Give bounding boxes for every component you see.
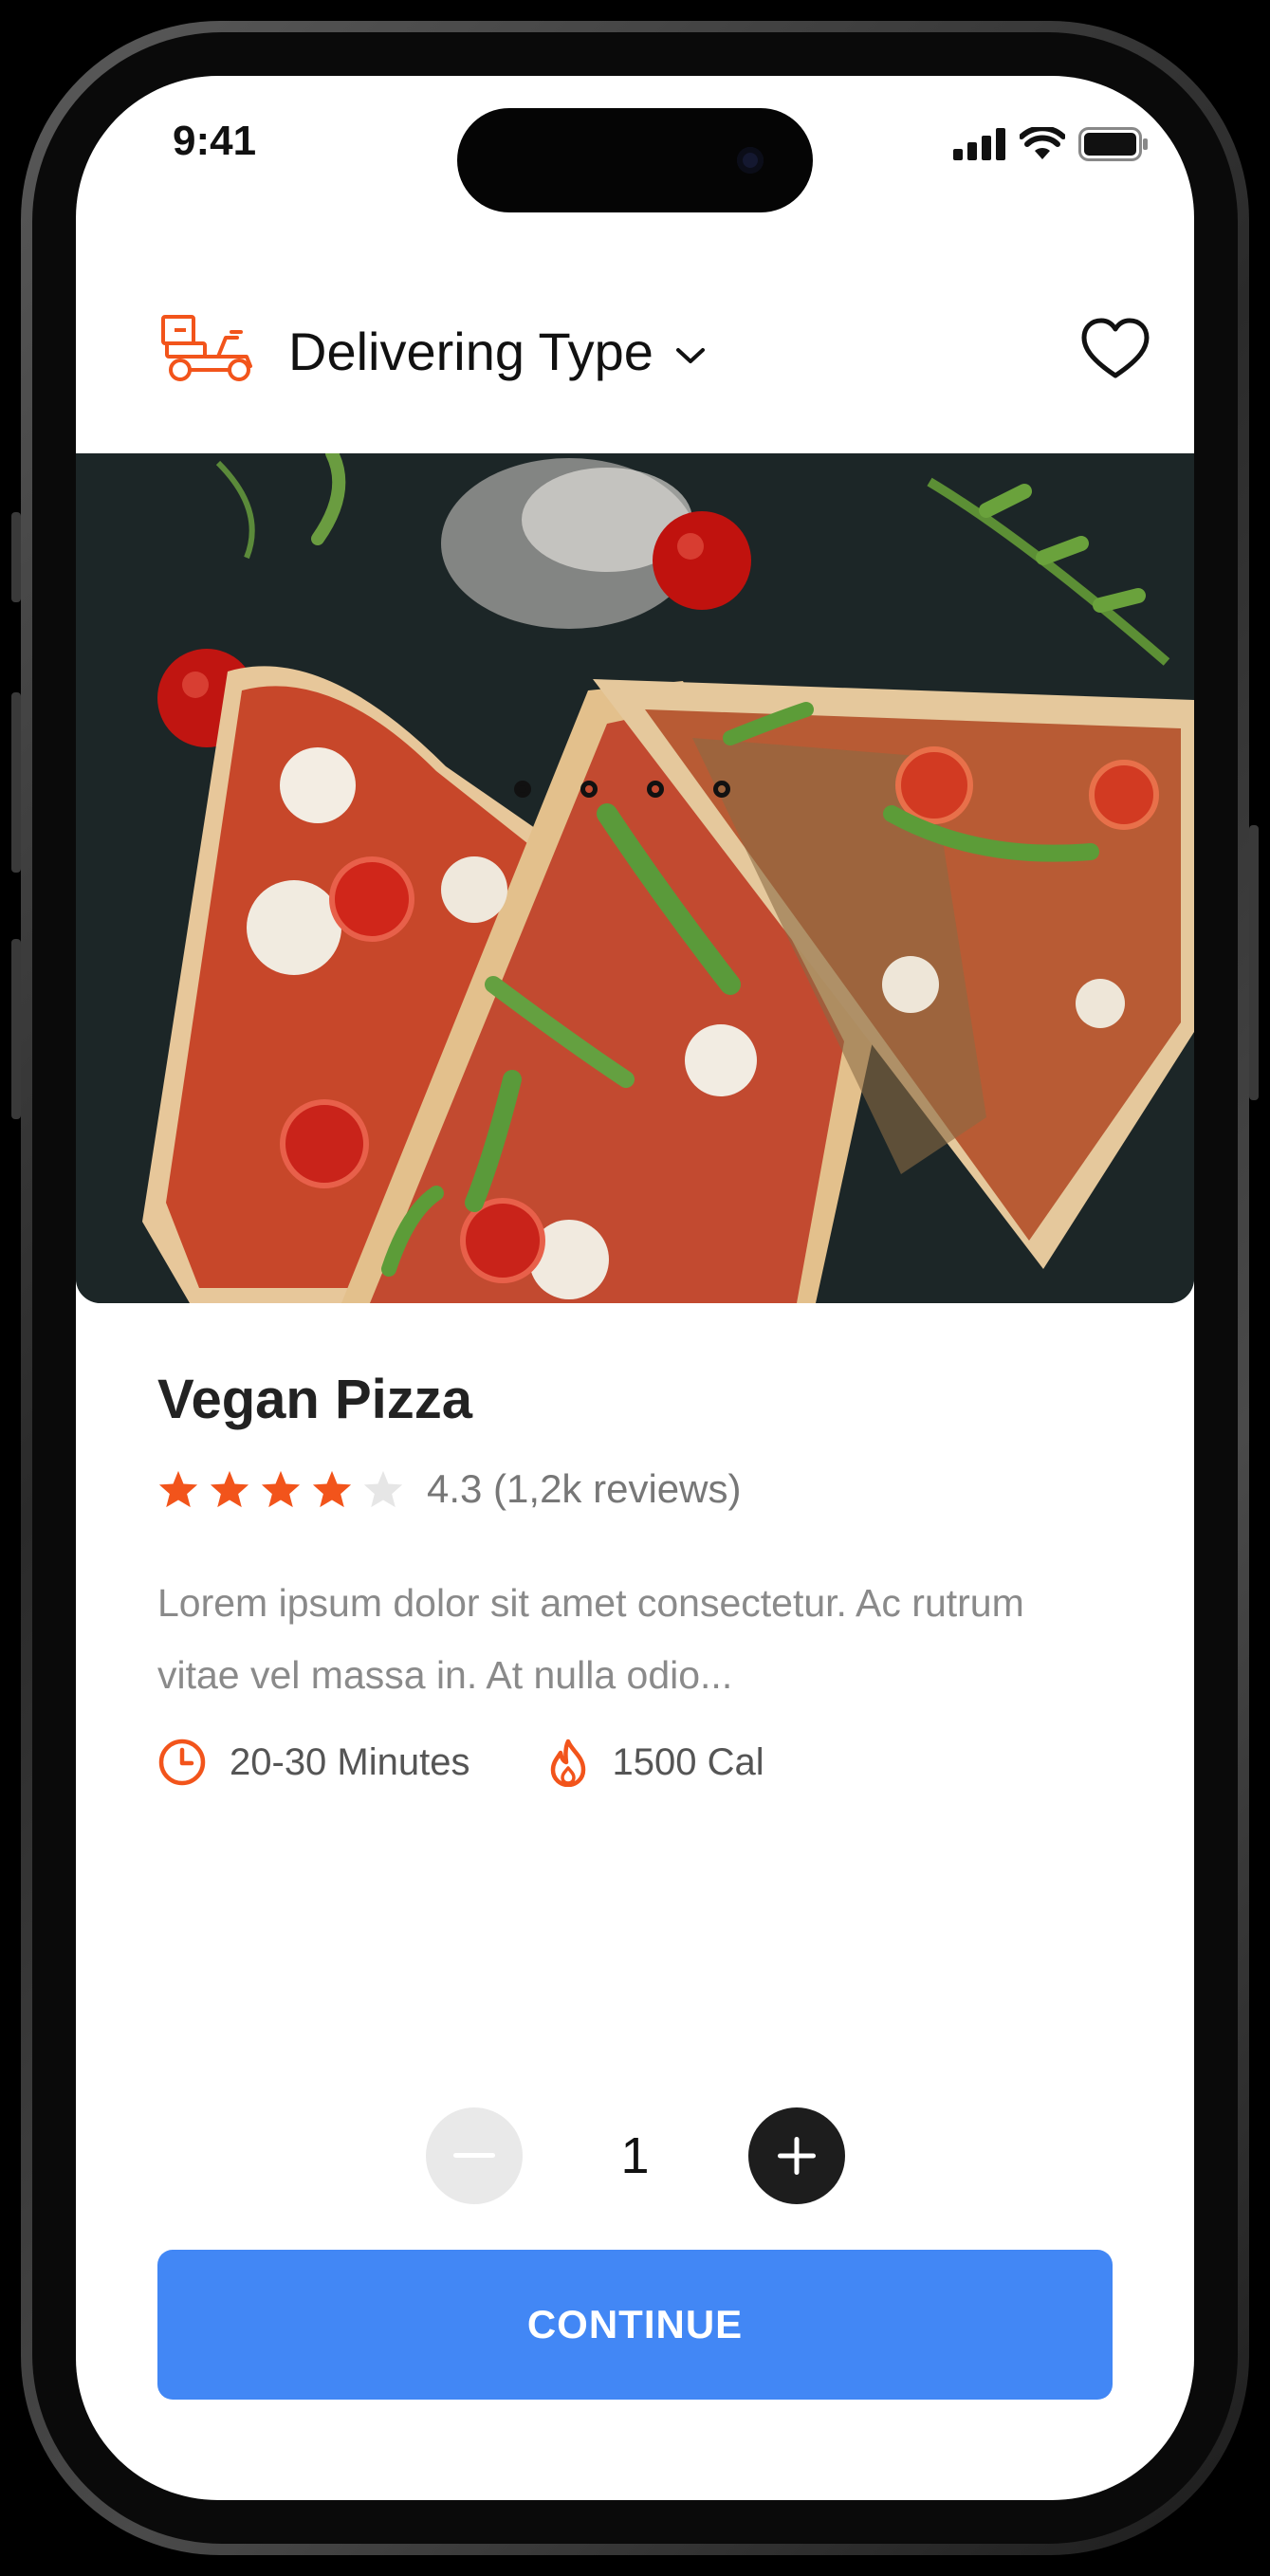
app-screen: 9:41 Delivering Type Vegan Pizza 4.3 (1,… <box>76 76 1194 2500</box>
status-time: 9:41 <box>173 118 257 164</box>
calories-text: 1500 Cal <box>612 1740 764 1783</box>
carousel-dot[interactable] <box>514 781 531 798</box>
chevron-down-icon <box>675 347 705 363</box>
status-icons <box>953 127 1149 161</box>
product-image-carousel[interactable] <box>76 453 1194 1303</box>
decrease-quantity-button[interactable] <box>425 2107 523 2204</box>
rating-text: 4.3 (1,2k reviews) <box>427 1466 742 1511</box>
dynamic-island <box>457 108 813 212</box>
fire-icon <box>551 1739 586 1787</box>
side-button-volume-up <box>11 692 21 873</box>
side-button-mute <box>11 512 21 602</box>
product-meta: 20-30 Minutes 1500 Cal <box>157 1738 764 1787</box>
clock-icon <box>158 1739 206 1786</box>
pizza-photo <box>76 453 1194 1303</box>
app-header: Delivering Type <box>76 218 1194 453</box>
carousel-dot[interactable] <box>647 781 664 798</box>
battery-icon <box>1078 127 1148 161</box>
increase-quantity-button[interactable] <box>747 2107 845 2204</box>
product-details: Vegan Pizza 4.3 (1,2k reviews) Lorem ips… <box>157 1368 1115 1787</box>
heart-icon[interactable] <box>1080 317 1150 381</box>
quantity-stepper: 1 <box>76 2107 1194 2204</box>
rating: 4.3 (1,2k reviews) <box>157 1466 741 1512</box>
side-button-power <box>1249 825 1259 1100</box>
side-button-volume-down <box>11 939 21 1119</box>
star-icon <box>210 1470 249 1508</box>
star-icon <box>363 1470 403 1508</box>
product-name: Vegan Pizza <box>157 1369 473 1430</box>
quantity-value: 1 <box>620 2127 650 2184</box>
carousel-dot[interactable] <box>713 781 730 798</box>
continue-button[interactable]: CONTINUE <box>157 2250 1113 2400</box>
camera-icon <box>737 147 764 174</box>
carousel-dot[interactable] <box>580 781 598 798</box>
star-icon <box>261 1470 301 1508</box>
calories-info: 1500 Cal <box>547 1738 764 1787</box>
duration-info: 20-30 Minutes <box>157 1738 469 1787</box>
product-description: Lorem ipsum dolor sit amet consectetur. … <box>157 1581 1024 1697</box>
wifi-icon <box>1020 127 1065 159</box>
carousel-indicators <box>514 781 730 798</box>
minus-icon <box>452 2153 495 2158</box>
delivery-scooter-icon <box>161 315 252 381</box>
status-bar: 9:41 <box>76 76 1194 218</box>
star-icon <box>158 1470 198 1508</box>
delivery-type-selector[interactable]: Delivering Type <box>288 321 707 382</box>
duration-text: 20-30 Minutes <box>230 1740 470 1783</box>
rating-stars <box>157 1469 404 1509</box>
star-icon <box>312 1470 352 1508</box>
delivery-type-label: Delivering Type <box>288 322 653 381</box>
plus-icon <box>777 2137 816 2175</box>
signal-icon <box>953 128 1005 160</box>
